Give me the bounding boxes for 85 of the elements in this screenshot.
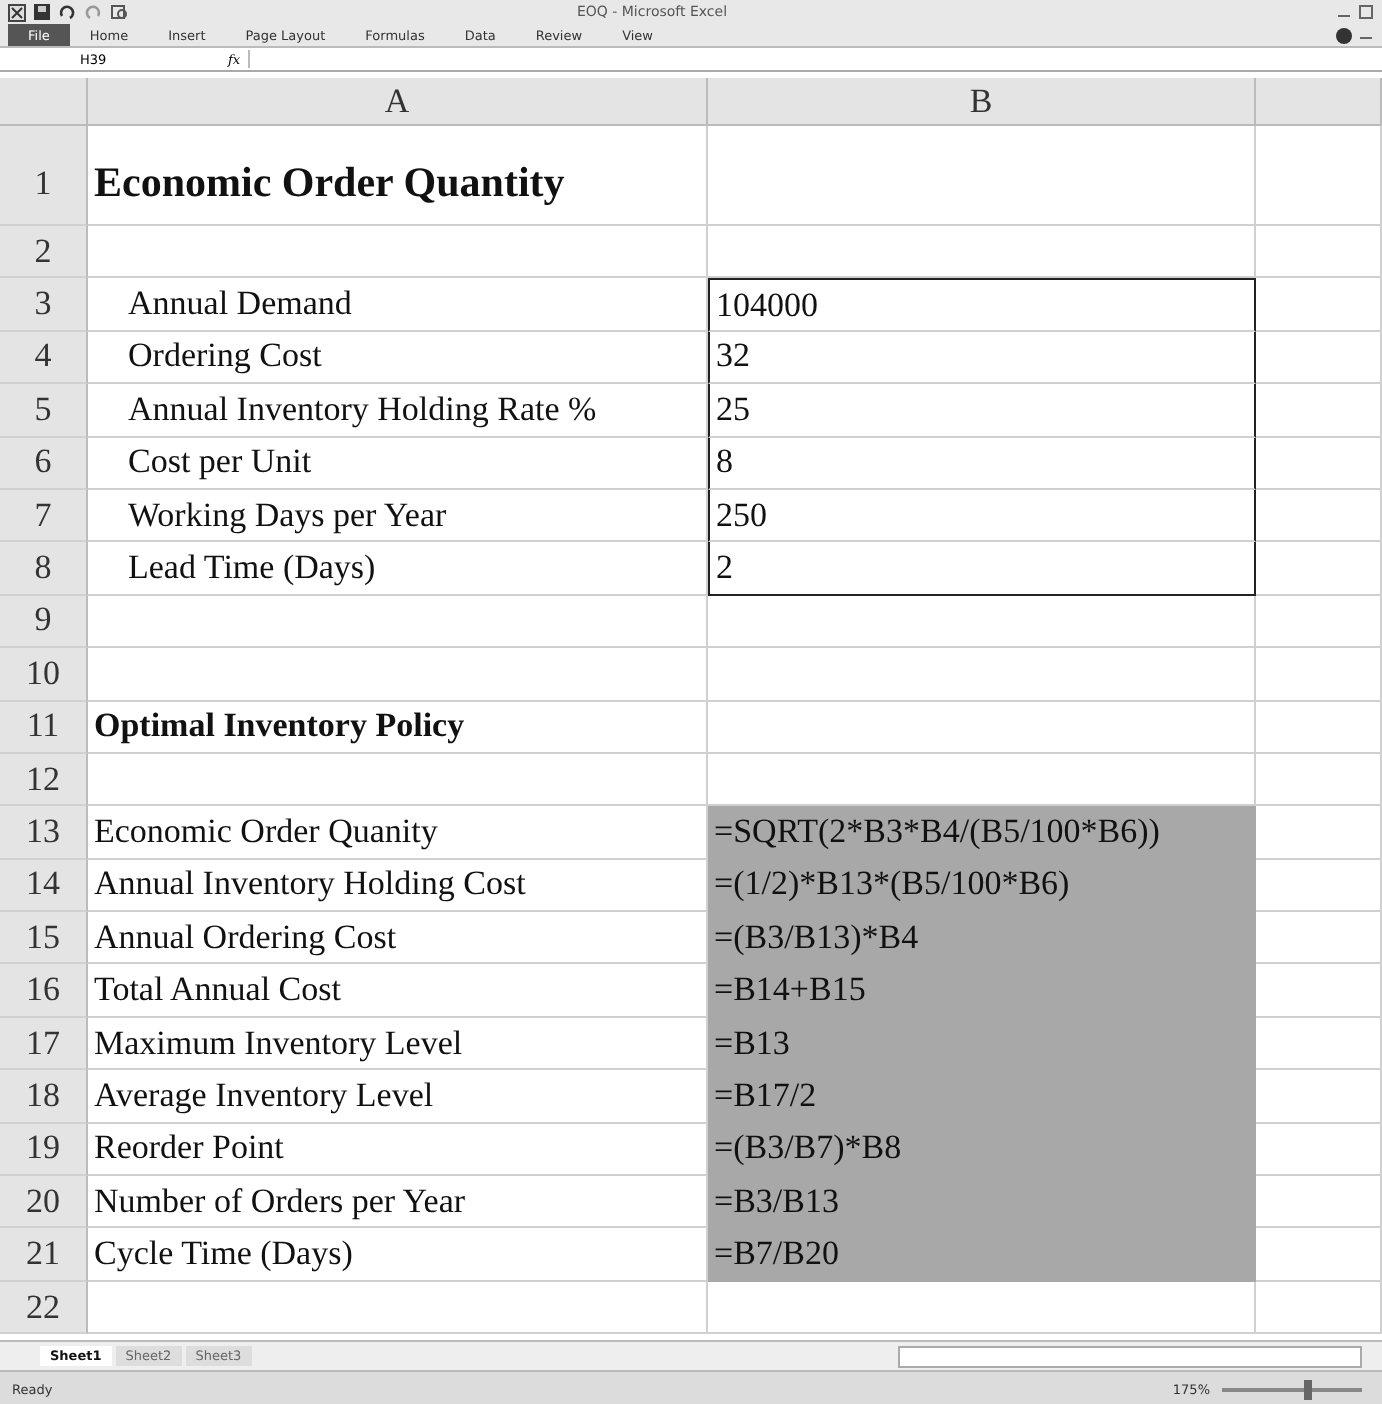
row-header[interactable]: 13 <box>0 806 88 860</box>
table-cell <box>1256 278 1382 332</box>
print-preview-icon[interactable] <box>110 4 128 20</box>
table-cell <box>1256 964 1382 1018</box>
table-cell <box>1256 489 1382 543</box>
table-cell: Economic Order Quantity <box>88 126 708 226</box>
row-header[interactable]: 17 <box>0 1017 88 1071</box>
table-cell: Reorder Point <box>88 1123 708 1177</box>
row-header[interactable]: 4 <box>0 331 88 385</box>
table-cell <box>1256 126 1382 226</box>
row-header[interactable]: 10 <box>0 648 88 702</box>
input-cell: 104000 <box>708 278 1256 332</box>
excel-icon[interactable] <box>8 3 26 21</box>
table-cell <box>1256 753 1382 807</box>
table-cell <box>1256 1228 1382 1282</box>
row-header[interactable]: 2 <box>0 226 88 279</box>
slider-thumb[interactable] <box>1304 1380 1313 1400</box>
column-header[interactable]: B <box>708 78 1256 126</box>
row-header[interactable]: 12 <box>0 753 88 807</box>
formula-cell: =B7/B20 <box>708 1228 1256 1282</box>
table-cell: Lead Time (Days) <box>88 542 708 596</box>
table-cell <box>1256 1070 1382 1124</box>
formula-cell: =(B3/B7)*B8 <box>708 1123 1256 1177</box>
table-cell <box>1256 1281 1382 1335</box>
formula-cell: =B14+B15 <box>708 964 1256 1018</box>
table-cell <box>1256 595 1382 649</box>
input-cell: 250 <box>708 489 1256 543</box>
row-header[interactable]: 11 <box>0 701 88 754</box>
row-header[interactable]: 21 <box>0 1228 88 1282</box>
row-header[interactable]: 7 <box>0 489 88 543</box>
table-cell: Working Days per Year <box>88 489 708 543</box>
table-cell: Cycle Time (Days) <box>88 1228 708 1282</box>
row-header[interactable]: 22 <box>0 1281 88 1335</box>
row-header[interactable]: 3 <box>0 278 88 332</box>
row-header[interactable]: 18 <box>0 1070 88 1124</box>
table-cell: Cost per Unit <box>88 437 708 490</box>
input-cell: 25 <box>708 384 1256 438</box>
formula-cell: =(1/2)*B13*(B5/100*B6) <box>708 859 1256 913</box>
table-cell: Annual Ordering Cost <box>88 912 708 965</box>
table-cell: Maximum Inventory Level <box>88 1017 708 1071</box>
row-header[interactable]: 9 <box>0 595 88 649</box>
table-cell <box>1256 542 1382 596</box>
table-cell: Average Inventory Level <box>88 1070 708 1124</box>
table-cell: Annual Inventory Holding Rate % <box>88 384 708 438</box>
input-cell: 32 <box>708 331 1256 385</box>
row-header[interactable]: 19 <box>0 1123 88 1177</box>
save-icon[interactable] <box>34 4 50 20</box>
input-cell: 8 <box>708 437 1256 490</box>
input-cell: 2 <box>708 542 1256 596</box>
table-cell <box>1256 701 1382 754</box>
column-header[interactable]: A <box>88 78 708 126</box>
row-header[interactable]: 1 <box>0 126 88 226</box>
formula-cell: =(B3/B13)*B4 <box>708 912 1256 965</box>
row-header[interactable]: 20 <box>0 1176 88 1229</box>
table-cell <box>1256 437 1382 490</box>
formula-cell: =B3/B13 <box>708 1176 1256 1229</box>
row-header[interactable]: 14 <box>0 859 88 913</box>
undo-icon[interactable] <box>58 4 76 20</box>
table-cell <box>1256 331 1382 385</box>
table-cell <box>1256 1017 1382 1071</box>
row-header[interactable]: 15 <box>0 912 88 965</box>
row-header[interactable]: 6 <box>0 437 88 490</box>
table-cell: Ordering Cost <box>88 331 708 385</box>
table-cell: Annual Inventory Holding Cost <box>88 859 708 913</box>
table-cell <box>1256 806 1382 860</box>
formula-cell: =B17/2 <box>708 1070 1256 1124</box>
horizontal-scrollbar[interactable] <box>898 1345 1362 1367</box>
restore-icon[interactable] <box>1358 4 1374 20</box>
table-cell <box>1256 912 1382 965</box>
table-cell <box>1256 226 1382 279</box>
table-cell: Number of Orders per Year <box>88 1176 708 1229</box>
table-cell: Economic Order Quanity <box>88 806 708 860</box>
formula-cell: =B13 <box>708 1017 1256 1071</box>
table-cell <box>1256 1176 1382 1229</box>
row-header[interactable]: 5 <box>0 384 88 438</box>
table-cell: Annual Demand <box>88 278 708 332</box>
table-cell <box>1256 648 1382 702</box>
table-cell <box>1256 384 1382 438</box>
row-header[interactable]: 16 <box>0 964 88 1018</box>
table-cell <box>1256 859 1382 913</box>
table-cell <box>1256 1123 1382 1177</box>
row-header[interactable]: 8 <box>0 542 88 596</box>
table-cell: Total Annual Cost <box>88 964 708 1018</box>
table-cell: Optimal Inventory Policy <box>88 701 708 754</box>
formula-cell: =SQRT(2*B3*B4/(B5/100*B6)) <box>708 806 1256 860</box>
